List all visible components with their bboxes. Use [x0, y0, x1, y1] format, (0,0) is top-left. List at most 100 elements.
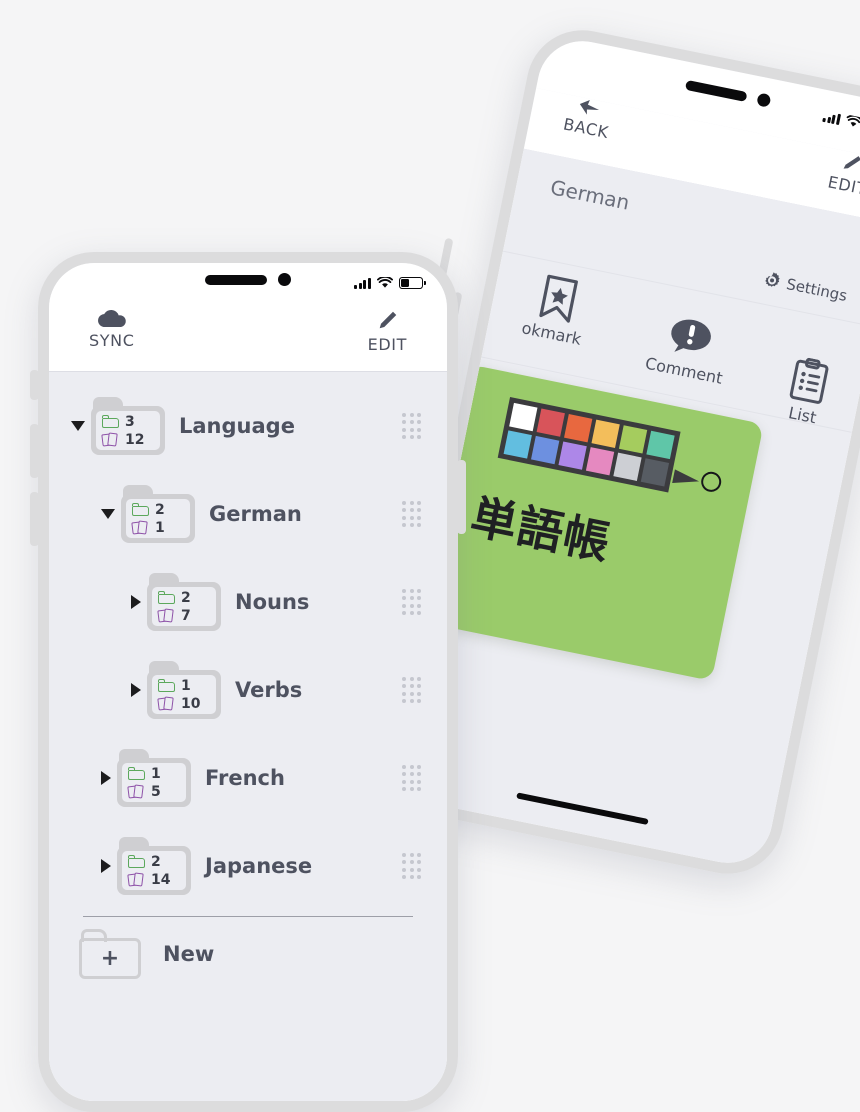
phone-1-volume-up-button[interactable] — [30, 424, 39, 478]
folder-counts: 2 1 — [126, 499, 190, 538]
flashcard[interactable]: 単語帳 — [417, 364, 764, 681]
palette-toggle-knob[interactable] — [699, 470, 723, 494]
subfolder-count: 3 — [102, 413, 160, 430]
phone-2-screen: ⚡ BACK EDIT German — [392, 33, 860, 871]
phone-1-screen: SYNC EDIT 3 12 Language 2 1 German 2 7 N… — [49, 263, 447, 1101]
tree-row-french[interactable]: 1 5 French — [49, 734, 447, 822]
swatch-6[interactable] — [503, 430, 532, 459]
color-palette[interactable] — [497, 396, 681, 493]
disclosure-arrow-closed-icon[interactable] — [131, 683, 141, 697]
tab-comment[interactable]: Comment — [644, 310, 733, 388]
cellular-bars-icon — [822, 110, 842, 125]
swatch-11[interactable] — [640, 458, 670, 487]
swatch-0[interactable] — [509, 402, 538, 432]
settings-label: Settings — [784, 274, 849, 305]
drag-handle-icon[interactable] — [402, 764, 421, 792]
swatch-2[interactable] — [564, 414, 593, 443]
edit-label: EDIT — [826, 172, 860, 199]
swatch-7[interactable] — [531, 435, 560, 465]
folder-count-value: 3 — [125, 413, 135, 430]
tree-row-label: Japanese — [205, 854, 313, 878]
cards-count-icon — [131, 520, 149, 535]
disclosure-arrow-open-icon[interactable] — [71, 421, 85, 431]
swatch-9[interactable] — [585, 447, 615, 476]
pencil-icon — [843, 156, 860, 169]
tree-row-language[interactable]: 3 12 Language — [49, 382, 447, 470]
disclosure-arrow-closed-icon[interactable] — [131, 595, 141, 609]
sync-button[interactable]: SYNC — [89, 309, 134, 350]
cards-count-icon — [127, 872, 145, 887]
drag-handle-icon[interactable] — [402, 676, 421, 704]
disclosure-arrow-closed-icon[interactable] — [101, 771, 111, 785]
card-count: 10 — [157, 695, 216, 712]
tab-list[interactable]: List — [783, 355, 832, 428]
card-count-value: 10 — [181, 695, 201, 712]
folder-counts: 3 12 — [96, 411, 160, 450]
tree-row-nouns[interactable]: 2 7 Nouns — [49, 558, 447, 646]
disclosure-arrow-closed-icon[interactable] — [101, 859, 111, 873]
tab-bookmark[interactable]: okmark — [520, 271, 592, 349]
pencil-icon — [380, 311, 397, 329]
back-label: BACK — [561, 114, 611, 143]
drag-handle-icon[interactable] — [402, 852, 421, 880]
swatch-3[interactable] — [591, 419, 620, 448]
bookmark-star-icon — [539, 274, 578, 323]
drag-handle-icon[interactable] — [402, 500, 421, 528]
subfolder-count: 1 — [128, 765, 186, 782]
back-button[interactable]: BACK — [562, 95, 615, 142]
swatch-10[interactable] — [613, 452, 642, 481]
folder-count-value: 1 — [151, 765, 161, 782]
folder-badge: 1 10 — [147, 661, 221, 719]
folder-count-icon — [158, 679, 175, 692]
phone-1-mute-switch[interactable] — [30, 370, 39, 400]
card-count: 5 — [127, 783, 186, 800]
comment-exclamation-icon — [671, 319, 712, 352]
phone-1-volume-down-button[interactable] — [30, 492, 39, 546]
cards-count-icon — [157, 608, 175, 623]
subfolder-count: 2 — [132, 501, 190, 518]
new-folder-icon: + — [79, 929, 141, 979]
flashcard-title: 単語帳 — [466, 489, 616, 571]
swatch-1[interactable] — [536, 408, 565, 437]
edit-button[interactable]: EDIT — [368, 309, 407, 354]
new-folder-label: New — [163, 942, 215, 966]
dynamic-island — [205, 273, 291, 286]
folder-count-value: 2 — [181, 589, 191, 606]
cards-count-icon — [101, 432, 119, 447]
phone-2-status-icons: ⚡ — [822, 110, 860, 135]
tree-row-german[interactable]: 2 1 German — [49, 470, 447, 558]
card-count-value: 5 — [151, 783, 161, 800]
edit-button[interactable]: EDIT — [826, 149, 860, 199]
folder-count-value: 2 — [155, 501, 165, 518]
folder-count-icon — [132, 503, 149, 516]
disclosure-arrow-open-icon[interactable] — [101, 509, 115, 519]
tree-row-label: Language — [179, 414, 295, 438]
tree-row-japanese[interactable]: 2 14 Japanese — [49, 822, 447, 910]
phone-1-status-icons — [354, 277, 426, 289]
folder-count-icon — [128, 855, 145, 868]
tree-row-verbs[interactable]: 1 10 Verbs — [49, 646, 447, 734]
tab-bookmark-label: okmark — [520, 318, 584, 349]
gear-icon — [765, 272, 781, 287]
phone-1-statusbar — [49, 263, 447, 309]
folder-tree: 3 12 Language 2 1 German 2 7 Nouns 1 10 … — [49, 372, 447, 1101]
subfolder-count: 2 — [158, 589, 216, 606]
drag-handle-icon[interactable] — [402, 588, 421, 616]
clipboard-list-icon — [789, 357, 829, 404]
folder-counts: 1 5 — [122, 763, 186, 802]
tree-row-label: French — [205, 766, 285, 790]
swatch-4[interactable] — [618, 425, 648, 454]
swatch-5[interactable] — [646, 430, 675, 460]
sync-label: SYNC — [89, 331, 135, 350]
phone-1: SYNC EDIT 3 12 Language 2 1 German 2 7 N… — [38, 252, 458, 1112]
wifi-icon — [846, 114, 860, 127]
card-count: 7 — [157, 607, 216, 624]
new-folder-button[interactable]: + New — [49, 917, 447, 991]
card-count: 14 — [127, 871, 186, 888]
drag-handle-icon[interactable] — [402, 412, 421, 440]
front-camera-icon — [756, 92, 772, 108]
card-count-value: 12 — [125, 431, 145, 448]
phone-1-power-button[interactable] — [457, 460, 466, 534]
folder-count-icon — [158, 591, 175, 604]
swatch-8[interactable] — [558, 441, 587, 470]
